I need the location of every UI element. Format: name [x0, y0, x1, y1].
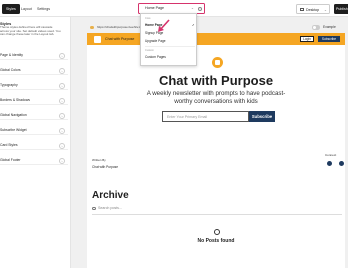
publish-button[interactable]: Publish	[334, 4, 348, 14]
sidebar-item-label: Subscribe Widget	[0, 128, 27, 132]
tab-settings[interactable]: Settings	[33, 4, 54, 14]
sidebar-item-label: Borders & Shadows	[0, 98, 30, 102]
chevron-right-icon: ›	[59, 82, 65, 89]
site-name: Chat with Purpose	[105, 37, 135, 41]
sidebar-item-page-identity[interactable]: Page & Identity ›	[0, 51, 68, 60]
subscribe-button[interactable]: Subscribe	[249, 111, 275, 122]
device-selector[interactable]: Desktop ⌄	[296, 4, 330, 14]
check-icon: ✓	[192, 23, 195, 27]
info-icon	[90, 25, 94, 29]
dropdown-item-upgrade-page[interactable]: Upgrade Page	[145, 38, 195, 44]
hero-logo	[212, 57, 223, 68]
dropdown-group-label: Custom	[145, 49, 154, 52]
sidebar-item-card-styles[interactable]: Card Styles ›	[0, 141, 68, 150]
site-header: Chat with Purpose Login Subscribe	[87, 33, 345, 45]
chevron-down-icon: ⌄	[191, 6, 195, 10]
chevron-right-icon: ›	[59, 52, 65, 59]
annotation-arrow-icon	[158, 19, 170, 32]
styles-panel: Styles Theme styles defined here will ca…	[0, 17, 71, 268]
sidebar-item-borders-shadows[interactable]: Borders & Shadows ›	[0, 96, 68, 105]
example-site-toggle[interactable]	[312, 25, 320, 30]
sidebar-item-label: Global Colors	[0, 68, 21, 72]
chevron-right-icon: ›	[59, 112, 65, 119]
monitor-icon	[300, 8, 304, 11]
chevron-right-icon: ›	[59, 127, 65, 134]
hero-subtitle: A weekly newsletter with prompts to have…	[146, 90, 286, 105]
chevron-right-icon: ›	[59, 157, 65, 164]
sidebar-item-label: Card Styles	[0, 143, 18, 147]
social-link-icon[interactable]	[339, 161, 344, 166]
dropdown-group-label: Core	[145, 17, 151, 20]
site-preview: Chat with Purpose Login Subscribe Chat w…	[87, 33, 345, 268]
sidebar-item-global-footer[interactable]: Global Footer ›	[0, 156, 68, 165]
search-icon	[214, 229, 220, 235]
divider	[145, 46, 195, 47]
search-icon	[92, 206, 96, 210]
social-link-icon[interactable]	[327, 161, 332, 166]
header-subscribe-button[interactable]: Subscribe	[318, 36, 340, 42]
written-by-label: Written By	[92, 158, 106, 162]
page-selector-label: Home Page	[145, 6, 164, 10]
preview-canvas: https://chatwithpurpose.beehiiv.com Exam…	[71, 17, 348, 268]
hero-title: Chat with Purpose	[158, 73, 274, 88]
sidebar-item-subscribe-widget[interactable]: Subscribe Widget ›	[0, 126, 68, 135]
chevron-right-icon: ›	[59, 142, 65, 149]
sidebar-item-label: Global Footer	[0, 158, 21, 162]
app-root: Styles Layout Settings Home Page ⌄ Deskt…	[0, 0, 348, 268]
sidebar-item-label: Page & Identity	[0, 53, 23, 57]
divider	[92, 214, 342, 215]
empty-state-text: No Posts found	[197, 238, 235, 244]
sidebar-item-label: Global Navigation	[0, 113, 27, 117]
device-label: Desktop	[306, 8, 320, 12]
sidebar-item-typography[interactable]: Typography ›	[0, 81, 68, 90]
info-icon	[198, 6, 202, 11]
email-field[interactable]: Enter Your Primary Email	[162, 111, 249, 122]
sidebar-item-label: Typography	[0, 83, 18, 87]
archive-search-input[interactable]: Search posts...	[92, 205, 172, 212]
preview-url-bar: https://chatwithpurpose.beehiiv.com Exam…	[87, 23, 342, 38]
toggle-knob	[312, 25, 316, 29]
chevron-right-icon: ›	[59, 97, 65, 104]
panel-description: Theme styles defined here will cascade a…	[0, 25, 61, 37]
preview-url: https://chatwithpurpose.beehiiv.com	[97, 25, 145, 29]
sidebar-item-global-colors[interactable]: Global Colors ›	[0, 66, 68, 75]
chevron-right-icon: ›	[59, 67, 65, 74]
archive-title: Archive	[92, 190, 129, 201]
author-name: Chat with Purpose	[92, 165, 119, 169]
connect-label: Connect	[325, 153, 337, 157]
dropdown-item-custom-pages[interactable]: Custom Pages	[145, 54, 195, 60]
sidebar-item-global-navigation[interactable]: Global Navigation ›	[0, 111, 68, 120]
login-button[interactable]: Login	[300, 36, 314, 42]
archive-search-placeholder: Search posts...	[98, 206, 122, 210]
chevron-down-icon: ⌄	[324, 8, 327, 12]
site-logo	[94, 35, 101, 43]
